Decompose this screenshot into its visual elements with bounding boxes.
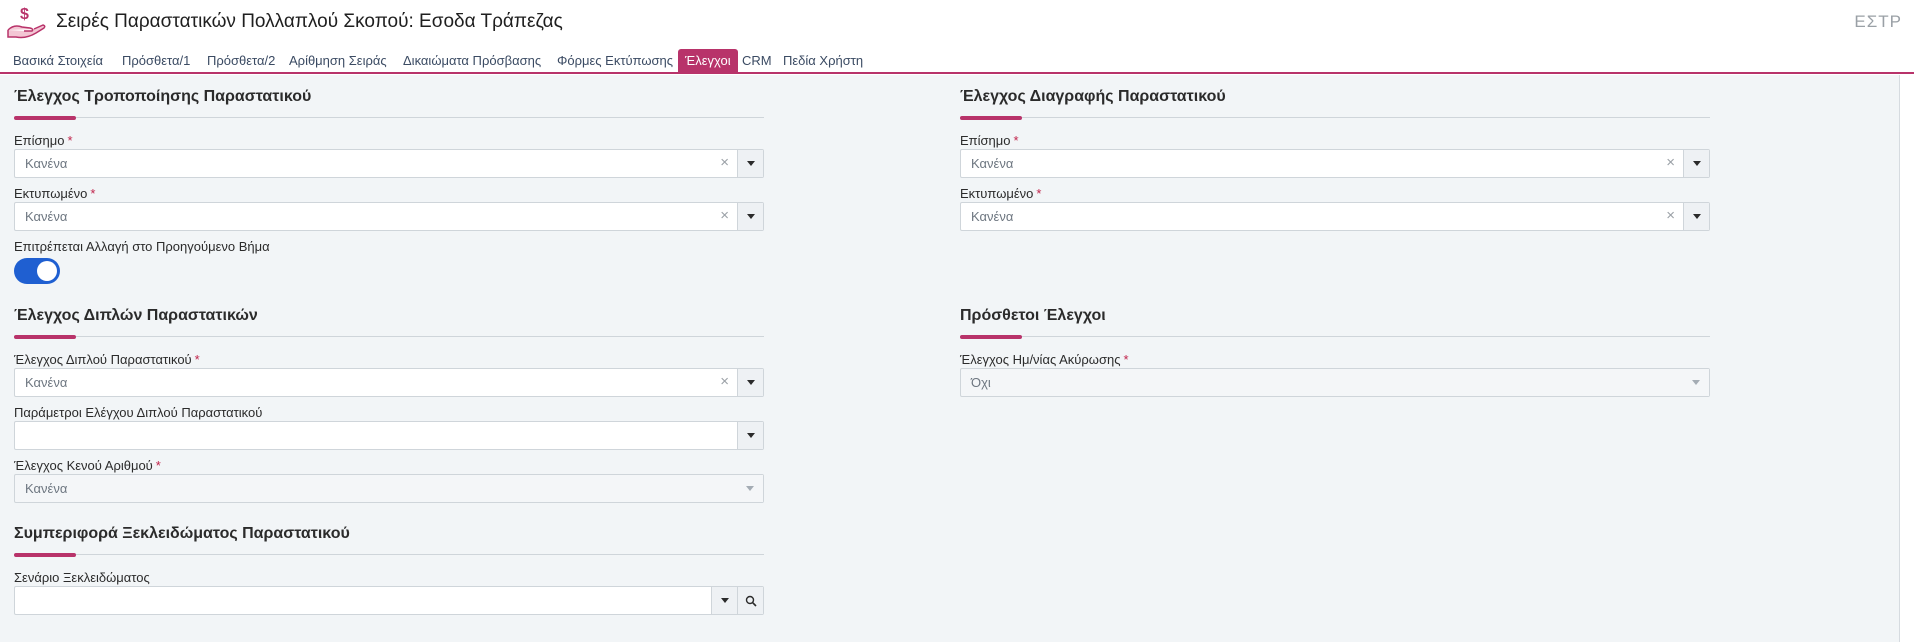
clear-icon[interactable]: ×: [720, 207, 729, 224]
select-value: Κανένα: [25, 156, 68, 171]
section-divider: [14, 336, 764, 337]
toggle-knob: [37, 261, 57, 281]
dropdown-button[interactable]: [711, 587, 737, 614]
modify-official-select[interactable]: Κανένα ×: [14, 149, 764, 178]
dup-check-select[interactable]: Κανένα ×: [14, 368, 764, 397]
money-hand-icon: $: [7, 6, 46, 39]
dropdown-button[interactable]: [1683, 150, 1709, 177]
section-divider: [14, 117, 764, 118]
section-accent: [14, 553, 76, 557]
chevron-down-icon: [746, 486, 754, 491]
scrollbar[interactable]: [1900, 75, 1914, 642]
select-value: Κανένα: [25, 481, 68, 496]
svg-text:$: $: [20, 6, 29, 23]
select-value: Κανένα: [971, 156, 1014, 171]
tab-series-numbering[interactable]: Αρίθμηση Σειράς: [285, 49, 391, 73]
section-accent: [14, 116, 76, 120]
unlock-scenario-label: Σενάριο Ξεκλειδώματος: [14, 570, 150, 585]
dup-check-label: Έλεγχος Διπλού Παραστατικού *: [14, 352, 200, 367]
dup-params-select[interactable]: [14, 421, 764, 450]
tab-extra-2[interactable]: Πρόσθετα/2: [203, 49, 279, 73]
tab-print-forms[interactable]: Φόρμες Εκτύπωσης: [553, 49, 677, 73]
gap-check-label: Έλεγχος Κενού Αριθμού *: [14, 458, 161, 473]
chevron-down-icon: [1692, 380, 1700, 385]
search-button[interactable]: [737, 587, 763, 614]
chevron-down-icon: [746, 214, 755, 219]
section-title-unlock: Συμπεριφορά Ξεκλειδώματος Παραστατικού: [14, 525, 350, 542]
tab-bar: Βασικά Στοιχεία Πρόσθετα/1 Πρόσθετα/2 Αρ…: [0, 47, 1914, 74]
page-header: $ Σειρές Παραστατικών Πολλαπλού Σκοπού: …: [0, 0, 1914, 46]
clear-icon[interactable]: ×: [1666, 207, 1675, 224]
dropdown-button[interactable]: [737, 369, 763, 396]
gap-check-select: Κανένα: [14, 474, 764, 503]
section-divider: [14, 554, 764, 555]
tab-checks[interactable]: Έλεγχοι: [678, 49, 738, 73]
tab-access-rights[interactable]: Δικαιώματα Πρόσβασης: [399, 49, 545, 73]
section-divider: [960, 117, 1710, 118]
chevron-down-icon: [746, 380, 755, 385]
section-accent: [960, 116, 1022, 120]
tab-extra-1[interactable]: Πρόσθετα/1: [118, 49, 194, 73]
dropdown-button[interactable]: [737, 203, 763, 230]
delete-printed-select[interactable]: Κανένα ×: [960, 202, 1710, 231]
cancel-date-label: Έλεγχος Ημ/νίας Ακύρωσης *: [960, 352, 1129, 367]
delete-official-select[interactable]: Κανένα ×: [960, 149, 1710, 178]
allow-back-label: Επιτρέπεται Αλλαγή στο Προηγούμενο Βήμα: [14, 239, 270, 254]
select-value: Κανένα: [971, 209, 1014, 224]
tab-basic-info[interactable]: Βασικά Στοιχεία: [9, 49, 107, 73]
section-title-duplicates: Έλεγχος Διπλών Παραστατικών: [14, 307, 258, 324]
chevron-down-icon: [1692, 214, 1701, 219]
official-label: Επίσημο *: [960, 133, 1019, 148]
page-title: Σειρές Παραστατικών Πολλαπλού Σκοπού: Εσ…: [56, 11, 563, 32]
select-value: Όχι: [971, 375, 991, 390]
allow-back-toggle[interactable]: [14, 258, 60, 284]
printed-label: Εκτυπωμένο *: [960, 186, 1042, 201]
dropdown-button[interactable]: [737, 150, 763, 177]
select-value: Κανένα: [25, 375, 68, 390]
cancel-date-select: Όχι: [960, 368, 1710, 397]
dropdown-button[interactable]: [737, 422, 763, 449]
chevron-down-icon: [1692, 161, 1701, 166]
dup-params-label: Παράμετροι Ελέγχου Διπλού Παραστατικού: [14, 405, 263, 420]
tab-crm[interactable]: CRM: [738, 49, 776, 73]
section-accent: [14, 335, 76, 339]
chevron-down-icon: [746, 433, 755, 438]
printed-label: Εκτυπωμένο *: [14, 186, 96, 201]
dropdown-button: [1683, 369, 1709, 396]
section-title-delete: Έλεγχος Διαγραφής Παραστατικού: [960, 88, 1226, 105]
official-label: Επίσημο *: [14, 133, 73, 148]
dropdown-button[interactable]: [1683, 203, 1709, 230]
clear-icon[interactable]: ×: [720, 373, 729, 390]
series-code: ΕΣΤΡ: [1854, 12, 1902, 31]
unlock-scenario-lookup[interactable]: [14, 586, 764, 615]
clear-icon[interactable]: ×: [720, 154, 729, 171]
section-divider: [960, 336, 1710, 337]
section-title-extra: Πρόσθετοι Έλεγχοι: [960, 307, 1106, 324]
dropdown-button: [737, 475, 763, 502]
clear-icon[interactable]: ×: [1666, 154, 1675, 171]
chevron-down-icon: [720, 598, 729, 603]
modify-printed-select[interactable]: Κανένα ×: [14, 202, 764, 231]
select-value: Κανένα: [25, 209, 68, 224]
section-title-modify: Έλεγχος Τροποποίησης Παραστατικού: [14, 88, 312, 105]
chevron-down-icon: [746, 161, 755, 166]
section-accent: [960, 335, 1022, 339]
search-icon: [745, 595, 757, 607]
tab-user-fields[interactable]: Πεδία Χρήστη: [779, 49, 867, 73]
